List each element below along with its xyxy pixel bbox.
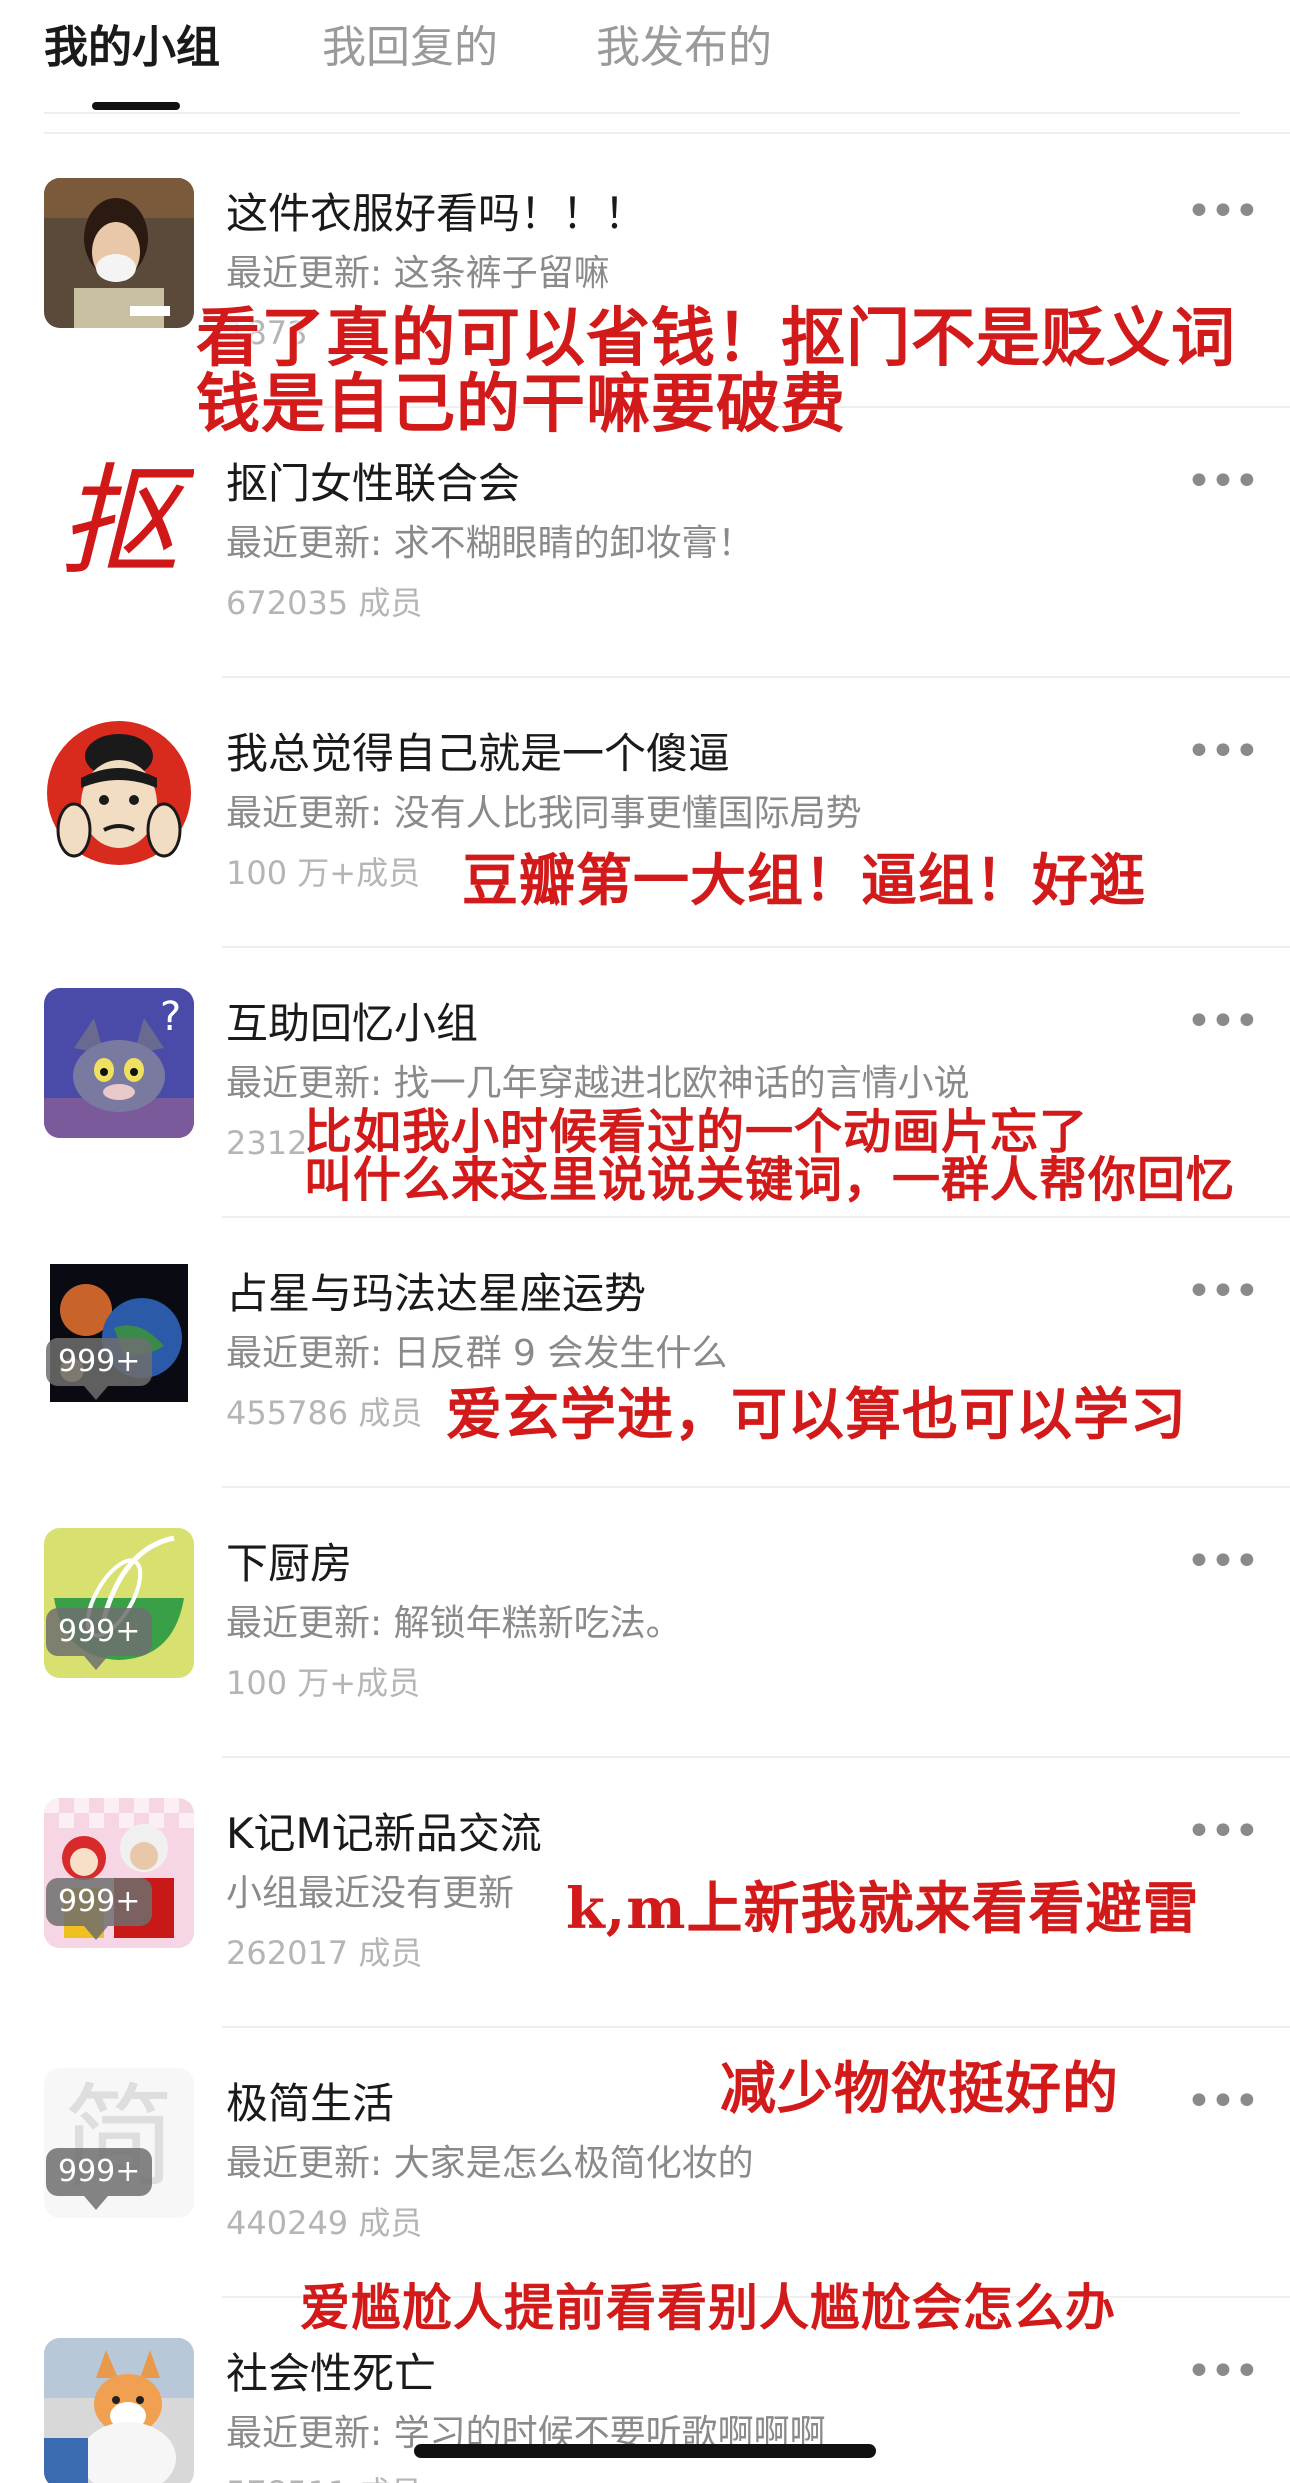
- group-member-count: 100 万+成员: [226, 854, 421, 892]
- row-divider: [222, 2026, 1290, 2028]
- annotation-text: 豆瓣第一大组！逼组！好逛: [462, 848, 1146, 914]
- ellipsis-icon[interactable]: •••: [1186, 190, 1260, 234]
- group-avatar[interactable]: [44, 718, 194, 868]
- unread-badge: 999+: [46, 1878, 153, 1940]
- row-divider: [222, 946, 1290, 948]
- group-latest-update: 最近更新: 日反群 9 会发生什么: [226, 1333, 728, 1374]
- ellipsis-icon[interactable]: •••: [1186, 1540, 1260, 1584]
- group-member-count: 578511 成员: [226, 2470, 422, 2483]
- annotation-text: 爱尴尬人提前看看别人尴尬会怎么办: [300, 2278, 1116, 2337]
- group-title: 我总觉得自己就是一个傻逼: [226, 729, 731, 778]
- ellipsis-icon[interactable]: •••: [1186, 2080, 1260, 2124]
- group-title: 社会性死亡: [226, 2349, 437, 2398]
- group-title: 互助回忆小组: [226, 999, 479, 1048]
- group-title: K记M记新品交流: [226, 1809, 542, 1858]
- group-latest-update: 小组最近没有更新: [226, 1873, 515, 1914]
- group-title: 极简生活: [226, 2079, 395, 2128]
- ellipsis-icon[interactable]: •••: [1186, 1000, 1260, 1044]
- group-member-count: 672035 成员: [226, 584, 423, 622]
- tab-my-posts[interactable]: 我发布的: [596, 18, 772, 78]
- group-latest-update: 最近更新: 找一几年穿越进北欧神话的言情小说: [226, 1063, 970, 1104]
- woman-with-mask-image: [44, 178, 194, 328]
- group-title: 下厨房: [226, 1539, 353, 1588]
- group-row[interactable]: 999+ 下厨房 最近更新: 解锁年糕新吃法。 100 万+成员 •••: [0, 1486, 1290, 1756]
- group-latest-update: 最近更新: 求不糊眼睛的卸妆膏！: [226, 523, 754, 564]
- annotation-text: 钱是自己的干嘛要破费: [196, 367, 846, 442]
- tab-my-replies[interactable]: 我回复的: [322, 18, 498, 78]
- group-avatar[interactable]: ?: [44, 988, 194, 1138]
- group-latest-update: 最近更新: 解锁年糕新吃法。: [226, 1603, 682, 1644]
- ellipsis-icon[interactable]: •••: [1186, 1810, 1260, 1854]
- group-member-count: 2312: [226, 1124, 308, 1162]
- group-latest-update: 最近更新: 这条裤子留嘛: [226, 253, 610, 294]
- row-divider: [222, 1756, 1290, 1758]
- unread-badge: 999+: [46, 2148, 153, 2210]
- ellipsis-icon[interactable]: •••: [1186, 460, 1260, 504]
- group-avatar[interactable]: [44, 178, 194, 328]
- group-title: 抠门女性联合会: [226, 459, 521, 508]
- kou-character-logo: 抠: [59, 453, 179, 592]
- my-groups-screen: 我的小组 我回复的 我发布的 这件衣服好看吗！！！ 最近更新: 这条裤子留嘛 1…: [0, 0, 1290, 2483]
- group-member-count: 262017 成员: [226, 1934, 423, 1972]
- row-divider: [222, 1486, 1290, 1488]
- group-latest-update: 最近更新: 没有人比我同事更懂国际局势: [226, 793, 862, 834]
- unread-badge: 999+: [46, 1338, 153, 1400]
- group-avatar[interactable]: 抠: [44, 448, 194, 598]
- cartoon-cat-image: ?: [44, 988, 194, 1138]
- cartoon-face-image: [47, 721, 191, 865]
- ellipsis-icon[interactable]: •••: [1186, 730, 1260, 774]
- group-member-count: 100 万+成员: [226, 1664, 421, 1702]
- active-tab-indicator: [92, 102, 180, 110]
- annotation-text: 看了真的可以省钱！抠门不是贬义词: [196, 301, 1236, 376]
- row-divider: [222, 1216, 1290, 1218]
- annotation-text: k,m上新我就来看看避雷: [566, 1876, 1200, 1942]
- group-member-count: 440249 成员: [226, 2204, 423, 2242]
- annotation-text: 叫什么来这里说说关键词，一群人帮你回忆: [304, 1152, 1236, 1208]
- group-title: 占星与玛法达星座运势: [226, 1269, 647, 1318]
- annotation-text: 爱玄学进，可以算也可以学习: [446, 1382, 1187, 1448]
- tab-divider: [44, 112, 1240, 114]
- ellipsis-icon[interactable]: •••: [1186, 2350, 1260, 2394]
- group-avatar[interactable]: [44, 2338, 194, 2483]
- row-divider: [222, 676, 1290, 678]
- group-title: 这件衣服好看吗！！！: [226, 189, 647, 238]
- cat-photo-image: [44, 2338, 194, 2483]
- group-latest-update: 最近更新: 大家是怎么极简化妆的: [226, 2143, 754, 2184]
- unread-badge: 999+: [46, 1608, 153, 1670]
- home-indicator[interactable]: [414, 2444, 876, 2458]
- tab-bar: 我的小组 我回复的 我发布的: [0, 0, 1290, 112]
- ellipsis-icon[interactable]: •••: [1186, 1270, 1260, 1314]
- list-top-divider: [44, 132, 1290, 134]
- svg-text:?: ?: [160, 994, 181, 1040]
- group-row[interactable]: 抠 抠门女性联合会 最近更新: 求不糊眼睛的卸妆膏！ 672035 成员 •••: [0, 406, 1290, 676]
- group-member-count: 455786 成员: [226, 1394, 423, 1432]
- tab-my-groups[interactable]: 我的小组: [44, 18, 220, 78]
- annotation-text: 减少物欲挺好的: [720, 2056, 1119, 2122]
